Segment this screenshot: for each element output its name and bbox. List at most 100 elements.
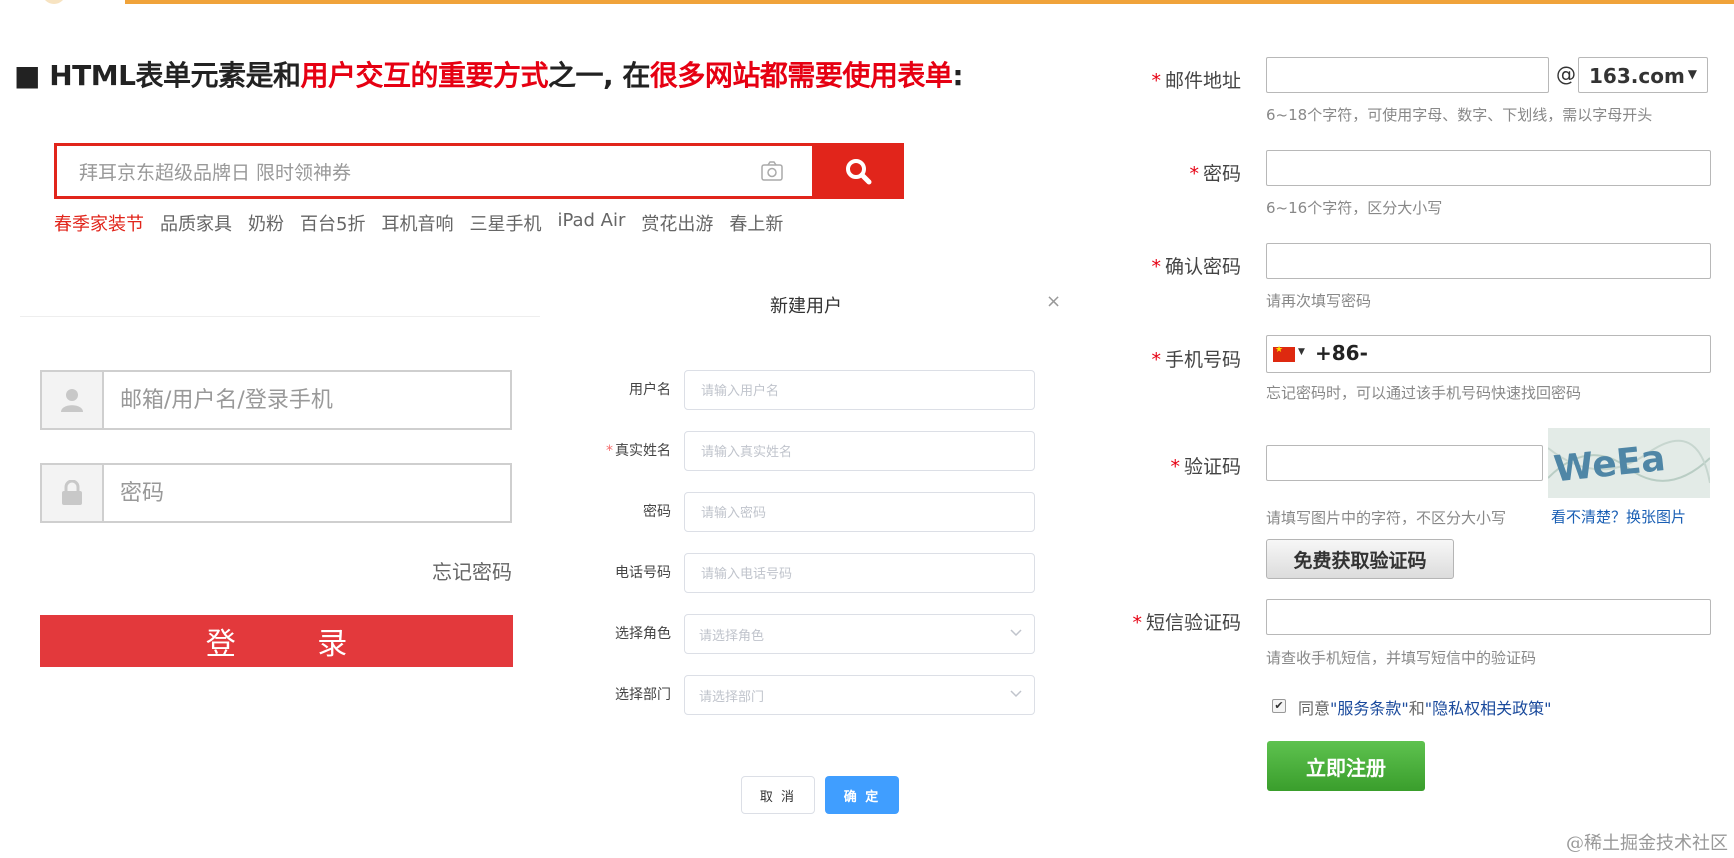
get-sms-code-button[interactable]: 免费获取验证码 — [1266, 539, 1454, 579]
dialog-phone-input[interactable] — [699, 562, 1003, 586]
dialog-phone-field — [684, 553, 1035, 593]
password-input[interactable] — [1275, 156, 1678, 182]
captcha-image[interactable]: WeEa — [1548, 428, 1710, 498]
phone-prefix: +86- — [1315, 341, 1368, 365]
email-at-sign: @ — [1556, 62, 1576, 86]
captcha-input[interactable] — [1275, 451, 1527, 477]
confirm-password-field — [1266, 243, 1711, 279]
password-hint: 6~16个字符，区分大小写 — [1266, 199, 1443, 217]
title-text-1: HTML表单元素是和 — [49, 59, 301, 92]
title-highlight-1: 用户交互的重要方式 — [300, 59, 548, 92]
dialog-cancel-button[interactable]: 取 消 — [741, 776, 815, 814]
confirm-password-hint: 请再次填写密码 — [1266, 292, 1372, 310]
agreement-text: 同意"服务条款"和"隐私权相关政策" — [1298, 699, 1552, 718]
required-mark: * — [606, 443, 613, 459]
title-highlight-2: 很多网站都需要使用表单 — [649, 59, 953, 92]
title-bullet: ■ — [14, 59, 50, 92]
watermark: @稀土掘金技术社区 — [1566, 833, 1728, 854]
jd-search-button[interactable] — [812, 143, 904, 199]
terms-link[interactable]: "服务条款" — [1330, 699, 1409, 718]
sms-code-field — [1266, 599, 1711, 635]
dropdown-arrow-icon: ▼ — [1687, 67, 1697, 81]
confirm-password-input[interactable] — [1275, 249, 1678, 275]
hot-words: 春季家装节 品质家具 奶粉 百台5折 耳机音响 三星手机 iPad Air 赏花… — [54, 210, 783, 236]
dialog-confirm-button[interactable]: 确 定 — [825, 776, 899, 814]
phone-field: ▼ +86- — [1266, 335, 1711, 373]
email-label: * 邮件地址 — [1151, 70, 1241, 92]
jd-search-input[interactable] — [77, 158, 721, 188]
dialog-password-input[interactable] — [699, 501, 1003, 525]
password-label: * 密码 — [1189, 163, 1241, 185]
lock-icon-box — [42, 465, 104, 521]
dialog-label-phone: 电话号码 — [615, 565, 671, 581]
required-mark: * — [1151, 349, 1161, 371]
chevron-down-icon — [1010, 629, 1022, 637]
login-button[interactable]: 登 录 — [40, 615, 513, 667]
email-domain-select[interactable]: 163.com ▼ — [1578, 57, 1708, 93]
chevron-down-icon — [1010, 690, 1022, 698]
dialog-username-input[interactable] — [699, 379, 1003, 403]
caret-down-icon[interactable]: ▼ — [1298, 347, 1305, 357]
register-button[interactable]: 立即注册 — [1267, 741, 1425, 791]
captcha-field — [1266, 445, 1543, 481]
sms-code-hint: 请查收手机短信，并填写短信中的验证码 — [1266, 649, 1537, 667]
login-username-input[interactable] — [118, 384, 502, 416]
email-hint: 6~18个字符，可使用字母、数字、下划线，需以字母开头 — [1266, 106, 1653, 124]
dialog-label-department: 选择部门 — [615, 687, 671, 703]
password-field — [1266, 150, 1711, 186]
dialog-realname-field — [684, 431, 1035, 471]
role-select-placeholder: 请选择角色 — [699, 629, 765, 644]
privacy-link[interactable]: "隐私权相关政策" — [1425, 699, 1552, 718]
hot-word-link[interactable]: 耳机音响 — [381, 210, 453, 236]
email-input[interactable] — [1275, 63, 1532, 89]
user-icon-box — [42, 372, 104, 428]
hot-word-link[interactable]: iPad Air — [557, 210, 625, 236]
page-title: ■ HTML表单元素是和用户交互的重要方式之一, 在很多网站都需要使用表单: — [14, 54, 964, 94]
hot-word-link[interactable]: 春上新 — [729, 210, 783, 236]
logo-mark — [42, 0, 66, 4]
dialog-label-password: 密码 — [643, 504, 671, 520]
dialog-role-select[interactable]: 请选择角色 — [684, 614, 1035, 654]
login-divider — [20, 316, 540, 317]
camera-icon[interactable] — [760, 159, 784, 183]
sms-code-label: * 短信验证码 — [1132, 612, 1241, 634]
search-icon — [846, 159, 872, 185]
hot-word-link[interactable]: 奶粉 — [248, 210, 284, 236]
china-flag-icon[interactable] — [1273, 345, 1295, 362]
captcha-refresh-link[interactable]: 看不清楚？换张图片 — [1551, 506, 1686, 527]
dialog-username-field — [684, 370, 1035, 410]
dialog-label-username: 用户名 — [629, 382, 671, 398]
confirm-password-label: * 确认密码 — [1151, 256, 1241, 278]
dialog-realname-input[interactable] — [699, 440, 1003, 464]
phone-label: * 手机号码 — [1151, 349, 1241, 371]
login-password-row — [40, 463, 512, 523]
email-domain-value: 163.com — [1589, 64, 1685, 88]
hot-word-link[interactable]: 三星手机 — [469, 210, 541, 236]
user-icon — [61, 389, 83, 412]
dialog-password-field — [684, 492, 1035, 532]
dialog-label-realname: * 真实姓名 — [606, 443, 671, 459]
title-colon: : — [952, 59, 964, 92]
close-icon[interactable]: × — [1046, 291, 1061, 312]
captcha-label: * 验证码 — [1170, 456, 1241, 478]
hot-word-link[interactable]: 赏花出游 — [641, 210, 713, 236]
login-username-row — [40, 370, 512, 430]
required-mark: * — [1132, 612, 1142, 634]
agree-checkbox[interactable]: ✔ — [1272, 699, 1286, 713]
forgot-password-link[interactable]: 忘记密码 — [386, 556, 512, 585]
email-field — [1266, 57, 1549, 93]
required-mark: * — [1151, 256, 1161, 278]
sms-code-input[interactable] — [1275, 605, 1678, 631]
dialog-department-select[interactable]: 请选择部门 — [684, 675, 1035, 715]
hot-word-link[interactable]: 品质家具 — [160, 210, 232, 236]
phone-input[interactable] — [1367, 341, 1691, 367]
hot-word-link[interactable]: 百台5折 — [300, 210, 365, 236]
login-password-input[interactable] — [118, 477, 502, 509]
title-text-2: 之一, 在 — [547, 59, 650, 92]
required-mark: * — [1151, 70, 1161, 92]
jd-search-box — [54, 143, 904, 199]
lock-icon — [62, 480, 82, 505]
required-mark: * — [1189, 163, 1199, 185]
phone-hint: 忘记密码时，可以通过该手机号码快速找回密码 — [1266, 384, 1582, 402]
hot-word-link[interactable]: 春季家装节 — [54, 210, 144, 236]
